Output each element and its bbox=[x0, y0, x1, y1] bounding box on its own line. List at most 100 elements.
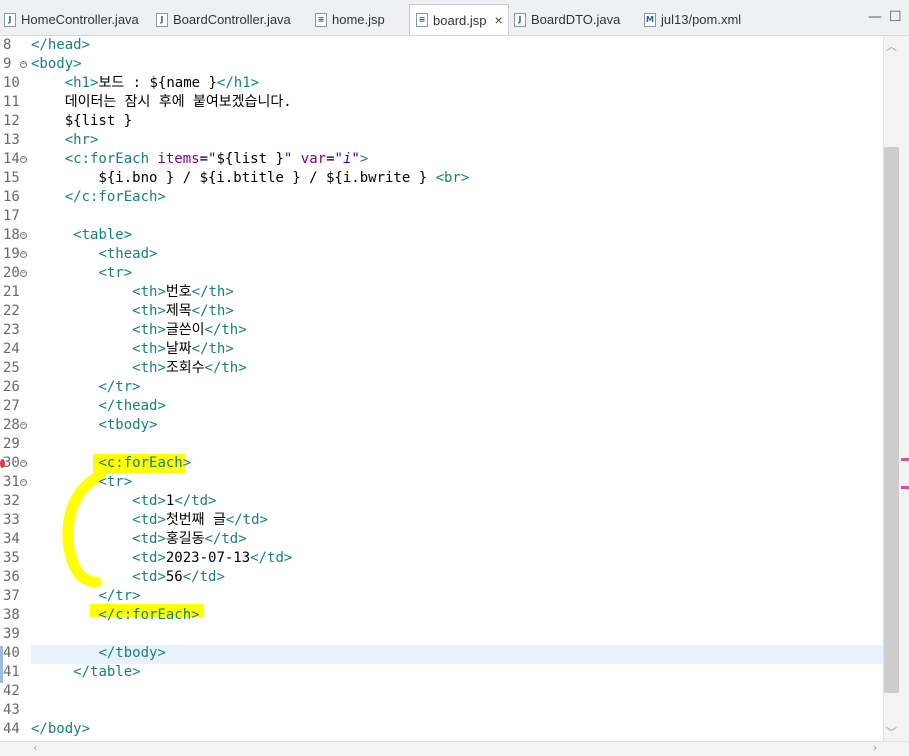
code-token: 2023-07-13 bbox=[165, 550, 251, 566]
code-token: <td> bbox=[132, 493, 166, 509]
maximize-icon[interactable]: ☐ bbox=[889, 9, 902, 25]
scroll-left-icon[interactable]: ‹ bbox=[33, 741, 37, 754]
code-token: </c:forEach> bbox=[98, 607, 200, 623]
scroll-right-icon[interactable]: › bbox=[873, 741, 877, 754]
fold-toggle-icon[interactable]: − bbox=[20, 61, 27, 68]
code-token: <h1> bbox=[64, 75, 99, 91]
line-number: 21 bbox=[3, 284, 20, 300]
tab-board-jsp[interactable]: ≡ board.jsp × bbox=[409, 4, 509, 35]
error-marker-icon bbox=[0, 459, 5, 468]
line-number: 10 bbox=[3, 75, 20, 91]
code-token: 번호 bbox=[165, 284, 192, 300]
line-number: 16 bbox=[3, 189, 20, 205]
code-line: <tr> bbox=[31, 473, 132, 492]
code-line: </c:forEach> bbox=[31, 606, 200, 625]
code-line: <th>제목</th> bbox=[31, 302, 234, 321]
code-token: </td> bbox=[225, 512, 268, 528]
code-line: </thead> bbox=[31, 397, 166, 416]
code-token: </td> bbox=[204, 531, 247, 547]
code-line: <h1>보드 : ${name }</h1> bbox=[31, 74, 259, 93]
line-number: 12 bbox=[3, 113, 20, 129]
code-token: </head> bbox=[31, 37, 91, 53]
line-number: 27 bbox=[3, 398, 20, 414]
line-number: 13 bbox=[3, 132, 20, 148]
code-token: </td> bbox=[182, 569, 225, 585]
code-token: </th> bbox=[204, 360, 247, 376]
code-token: ${i.bno } / ${i.btitle } / ${i.bwrite } bbox=[31, 170, 436, 186]
overview-marker bbox=[901, 486, 909, 489]
code-token: items bbox=[157, 151, 200, 167]
scroll-up-icon[interactable]: ︿ bbox=[886, 38, 897, 54]
minimize-icon[interactable]: — bbox=[868, 9, 882, 25]
code-line: </c:forEach> bbox=[31, 188, 166, 207]
code-token: <tbody> bbox=[98, 417, 158, 433]
code-token: <td> bbox=[132, 512, 166, 528]
code-line: <td>첫번째 글</td> bbox=[31, 511, 268, 530]
fold-toggle-icon[interactable]: − bbox=[20, 422, 27, 429]
vertical-scroll-thumb[interactable] bbox=[884, 147, 899, 693]
code-token: <tr> bbox=[98, 474, 133, 490]
horizontal-scrollbar[interactable] bbox=[0, 741, 909, 756]
code-token: 글쓴이 bbox=[165, 322, 205, 338]
fold-toggle-icon[interactable]: − bbox=[20, 156, 27, 163]
code-token: </tr> bbox=[98, 588, 141, 604]
fold-toggle-icon[interactable]: − bbox=[20, 460, 27, 467]
code-token: </th> bbox=[191, 303, 234, 319]
jsp-file-icon: ≡ bbox=[416, 13, 428, 27]
code-token: </c:forEach> bbox=[64, 189, 166, 205]
code-token: var bbox=[300, 151, 327, 167]
tab-homecontroller[interactable]: J HomeController.java bbox=[0, 4, 156, 35]
code-token: <thead> bbox=[98, 246, 158, 262]
fold-toggle-icon[interactable]: − bbox=[20, 270, 27, 277]
code-token: <th> bbox=[132, 284, 166, 300]
code-line: <th>글쓴이</th> bbox=[31, 321, 247, 340]
code-token: 보드 : ${name } bbox=[98, 75, 217, 91]
code-editor[interactable]: </head> <body> <h1>보드 : ${name }</h1> 데이터… bbox=[31, 36, 883, 741]
tab-boardcontroller[interactable]: J BoardController.java bbox=[156, 4, 312, 35]
code-line: ${list } bbox=[31, 112, 132, 131]
tab-home-jsp[interactable]: ≡ home.jsp bbox=[315, 4, 405, 35]
fold-toggle-icon[interactable]: − bbox=[20, 479, 27, 486]
fold-toggle-icon[interactable]: − bbox=[20, 251, 27, 258]
code-line: <td>56</td> bbox=[31, 568, 225, 587]
close-icon[interactable]: × bbox=[494, 12, 502, 28]
line-number-gutter: 8 9−10 11 12 13 14−15 16 17 18−19−20−21 22 23 24 25 2… bbox=[0, 36, 31, 741]
line-number: 37 bbox=[3, 588, 20, 604]
code-token: "i" bbox=[334, 151, 360, 167]
tab-pom-xml[interactable]: M jul13/pom.xml bbox=[644, 4, 764, 35]
code-token: </th> bbox=[204, 322, 247, 338]
code-token: </tbody> bbox=[98, 645, 166, 661]
code-token: = bbox=[326, 151, 335, 167]
code-token: 제목 bbox=[165, 303, 192, 319]
code-token: <td> bbox=[132, 531, 166, 547]
code-line: <td>2023-07-13</td> bbox=[31, 549, 292, 568]
code-line: 데이터는 잠시 후에 붙여보겠습니다. bbox=[31, 93, 292, 112]
code-token: </thead> bbox=[98, 398, 166, 414]
line-number: 8 bbox=[3, 37, 12, 53]
code-token: </tr> bbox=[98, 379, 141, 395]
tab-label: home.jsp bbox=[332, 12, 385, 27]
code-line: </table> bbox=[31, 663, 140, 682]
code-token: 홍길동 bbox=[165, 531, 205, 547]
code-token: 첫번째 글 bbox=[165, 512, 226, 528]
overview-marker bbox=[901, 458, 909, 461]
code-line: ${i.bno } / ${i.btitle } / ${i.bwrite } … bbox=[31, 169, 469, 188]
line-number: 24 bbox=[3, 341, 20, 357]
line-number: 40 bbox=[3, 645, 20, 661]
fold-toggle-icon[interactable]: − bbox=[20, 232, 27, 239]
code-token: </td> bbox=[250, 550, 293, 566]
tab-boarddto[interactable]: J BoardDTO.java bbox=[514, 4, 639, 35]
scroll-down-icon[interactable]: ﹀ bbox=[886, 724, 897, 740]
line-number: 32 bbox=[3, 493, 20, 509]
code-token: 데이터는 잠시 후에 붙여보겠습니다. bbox=[31, 94, 292, 110]
line-number: 22 bbox=[3, 303, 20, 319]
